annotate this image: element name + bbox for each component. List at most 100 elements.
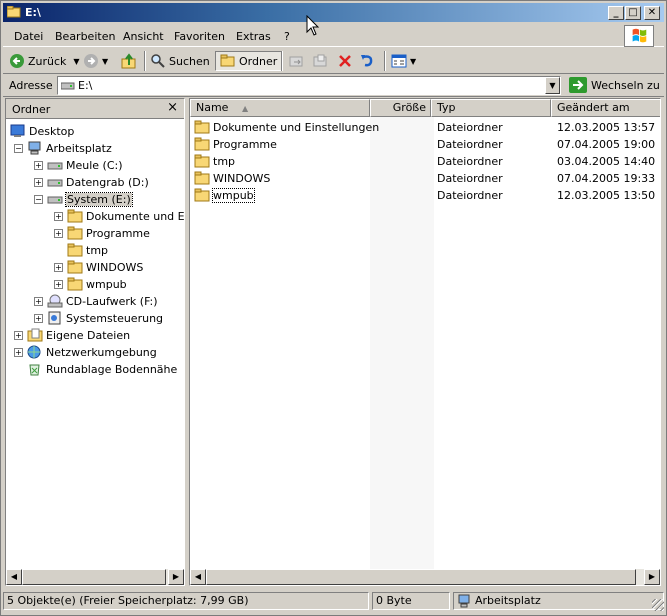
maximize-button[interactable]: □	[625, 6, 641, 20]
file-name: Programme	[213, 137, 277, 151]
up-button[interactable]	[121, 51, 137, 71]
file-name-cell[interactable]: Programme	[194, 137, 277, 151]
tree-item[interactable]: − System (E:)	[34, 191, 133, 207]
menu-bar: Datei Bearbeiten Ansicht Favoriten Extra…	[3, 25, 664, 47]
folder-icon	[194, 171, 210, 185]
back-dropdown-icon[interactable]: ▼	[73, 57, 79, 66]
file-name-cell[interactable]: WINDOWS	[194, 171, 270, 185]
expand-icon[interactable]: +	[54, 279, 63, 289]
tree-item[interactable]: Desktop	[10, 123, 74, 139]
back-button[interactable]: Zurück ▼	[9, 51, 80, 71]
expand-icon[interactable]: +	[34, 177, 43, 187]
menu-help[interactable]: ?	[284, 30, 290, 43]
scroll-thumb[interactable]	[206, 569, 636, 585]
tree-item[interactable]: + Datengrab (D:)	[34, 174, 149, 190]
tree-item[interactable]: − Arbeitsplatz	[14, 140, 112, 156]
drive-icon	[47, 162, 63, 170]
menu-favoriten[interactable]: Favoriten	[174, 30, 225, 43]
file-list-pane[interactable]: Name ▲ Größe Typ Geändert am Dokumente u…	[189, 98, 661, 586]
minimize-button[interactable]: _	[608, 6, 624, 20]
file-modified: 07.04.2005 19:33	[557, 172, 656, 185]
tree-item[interactable]: tmp	[54, 242, 108, 258]
file-list-row[interactable]: Programme Dateiordner 07.04.2005 19:00	[194, 136, 660, 152]
expand-icon[interactable]: +	[14, 330, 23, 340]
expand-icon[interactable]: +	[34, 160, 43, 170]
status-bar: 5 Objekte(e) (Freier Speicherplatz: 7,99…	[3, 591, 664, 611]
toolbar: Zurück ▼ ▼ Suchen Ordner ▼	[3, 48, 664, 74]
tree-item[interactable]: + Meule (C:)	[34, 157, 123, 173]
address-input[interactable]: E:\ ▼	[57, 76, 561, 95]
folder-icon	[67, 260, 83, 274]
file-name: WINDOWS	[213, 171, 271, 185]
tree-item[interactable]: Rundablage Bodennähe	[14, 361, 177, 377]
scroll-left-button[interactable]: ◀	[190, 569, 206, 585]
menu-extras[interactable]: Extras	[236, 30, 271, 43]
forward-dropdown-icon[interactable]: ▼	[102, 57, 108, 66]
tree-item[interactable]: + Netzwerkumgebung	[14, 344, 157, 360]
views-button[interactable]: ▼	[391, 51, 416, 71]
file-list-row[interactable]: Dokumente und Einstellungen Dateiordner 12…	[194, 119, 660, 135]
scroll-left-button[interactable]: ◀	[6, 569, 22, 585]
expand-icon[interactable]: +	[54, 211, 63, 221]
drive-icon	[47, 196, 63, 204]
tree-item[interactable]: + CD-Laufwerk (F:)	[34, 293, 158, 309]
tree-item-label: Programme	[86, 226, 150, 240]
tree-horizontal-scrollbar[interactable]: ◀ ▶	[6, 569, 184, 585]
go-arrow-icon	[569, 77, 587, 93]
title-bar[interactable]: E:\ _ □ ✕	[3, 3, 664, 22]
search-button[interactable]: Suchen	[150, 51, 210, 71]
file-name-cell[interactable]: Dokumente und Einstellungen	[194, 120, 379, 134]
collapse-icon[interactable]: −	[34, 194, 43, 204]
move-to-button[interactable]	[288, 51, 304, 71]
column-modified-label: Geändert am	[557, 101, 630, 114]
scroll-right-button[interactable]: ▶	[644, 569, 660, 585]
column-header-size[interactable]: Größe	[370, 99, 431, 117]
back-arrow-icon	[10, 54, 24, 68]
file-name-cell[interactable]: tmp	[194, 154, 235, 168]
move-to-icon	[289, 56, 303, 67]
forward-button[interactable]: ▼	[83, 51, 108, 71]
address-value: E:\	[78, 79, 93, 92]
file-name-cell[interactable]: wmpub	[194, 187, 255, 203]
delete-button[interactable]	[337, 51, 353, 71]
tree-item[interactable]: + WINDOWS	[54, 259, 143, 275]
tree-item[interactable]: + Programme	[54, 225, 150, 241]
tree-item[interactable]: + Dokumente und Einstellungen	[54, 208, 184, 224]
close-pane-icon[interactable]: ×	[167, 100, 178, 115]
expand-icon[interactable]: +	[54, 262, 63, 272]
list-horizontal-scrollbar[interactable]: ◀ ▶	[190, 569, 660, 585]
collapse-icon[interactable]: −	[14, 143, 23, 153]
file-list-row[interactable]: WINDOWS Dateiordner 07.04.2005 19:33	[194, 170, 660, 186]
folder-pane-header: Ordner ×	[6, 99, 184, 119]
column-header-name[interactable]: Name ▲	[190, 99, 370, 117]
folders-button[interactable]: Ordner	[215, 51, 283, 71]
close-button[interactable]: ✕	[644, 6, 660, 20]
scroll-right-button[interactable]: ▶	[168, 569, 184, 585]
folder-tree-pane[interactable]: Ordner × Desktop − Arbeitsplatz + Meule (C:)…	[5, 98, 185, 586]
undo-button[interactable]	[359, 51, 375, 71]
tree-item[interactable]: + Eigene Dateien	[14, 327, 130, 343]
column-header-type[interactable]: Typ	[431, 99, 551, 117]
forward-arrow-icon	[84, 54, 98, 68]
tree-item[interactable]: + Systemsteuerung	[34, 310, 163, 326]
expand-icon[interactable]: +	[54, 228, 63, 238]
expand-icon[interactable]: +	[34, 296, 43, 306]
undo-icon	[361, 55, 373, 67]
column-header-modified[interactable]: Geändert am	[551, 99, 660, 117]
toolbar-separator	[384, 51, 386, 71]
go-button[interactable]: Wechseln zu	[569, 77, 660, 93]
menu-ansicht[interactable]: Ansicht	[123, 30, 164, 43]
chevron-right-icon: ▶	[648, 572, 656, 581]
address-dropdown-button[interactable]: ▼	[545, 77, 560, 94]
file-list-row[interactable]: wmpub Dateiordner 12.03.2005 13:50	[194, 187, 660, 203]
expand-icon[interactable]: +	[34, 313, 43, 323]
menu-datei[interactable]: Datei	[14, 30, 43, 43]
tree-item[interactable]: + wmpub	[54, 276, 127, 292]
minimize-icon: _	[613, 7, 619, 18]
copy-to-button[interactable]	[312, 51, 328, 71]
resize-grip[interactable]	[652, 599, 664, 611]
scroll-thumb[interactable]	[22, 569, 166, 585]
file-list-row[interactable]: tmp Dateiordner 03.04.2005 14:40	[194, 153, 660, 169]
menu-bearbeiten[interactable]: Bearbeiten	[55, 30, 115, 43]
expand-icon[interactable]: +	[14, 347, 23, 357]
